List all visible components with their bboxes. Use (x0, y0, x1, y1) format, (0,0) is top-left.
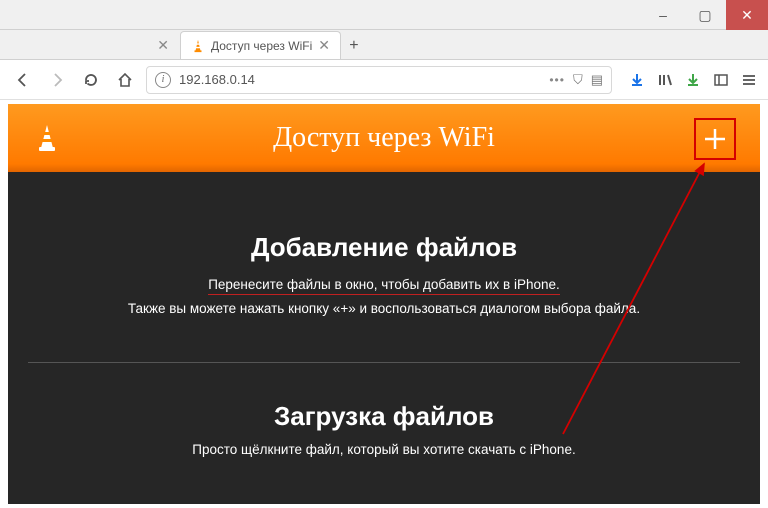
page-title: Доступ через WiFi (62, 122, 736, 154)
forward-button[interactable] (44, 67, 70, 93)
download-files-instruction: Просто щёлкните файл, который вы хотите … (8, 442, 760, 457)
page-header: Доступ через WiFi (8, 104, 760, 172)
section-divider (28, 362, 740, 363)
add-file-button[interactable] (694, 118, 736, 160)
add-files-heading: Добавление файлов (8, 232, 760, 263)
browser-toolbar: i 192.168.0.14 ••• ⛉ ▤ (0, 60, 768, 100)
window-maximize-button[interactable]: ▢ (684, 0, 726, 30)
window-close-button[interactable]: ✕ (726, 0, 768, 30)
url-bar[interactable]: i 192.168.0.14 ••• ⛉ ▤ (146, 66, 612, 94)
add-files-instruction-2: Также вы можете нажать кнопку «+» и восп… (8, 301, 760, 316)
window-minimize-button[interactable]: – (642, 0, 684, 30)
page-actions-icon[interactable]: ••• (549, 73, 565, 87)
add-files-instruction-1: Перенесите файлы в окно, чтобы добавить … (208, 277, 560, 295)
browser-tab-blank[interactable]: ✕ (40, 31, 180, 59)
extension-icon[interactable] (684, 71, 702, 89)
tab-close-icon[interactable]: ✕ (157, 37, 169, 54)
menu-icon[interactable] (740, 71, 758, 89)
vlc-favicon-icon (191, 39, 205, 53)
tab-close-icon[interactable]: ✕ (318, 37, 330, 54)
downloads-icon[interactable] (628, 71, 646, 89)
tab-favicon-blank (51, 39, 65, 53)
page-viewport: Доступ через WiFi Добавление файлов Пере… (8, 104, 760, 504)
content-panel: Добавление файлов Перенесите файлы в окн… (8, 232, 760, 457)
url-text: 192.168.0.14 (179, 72, 255, 87)
site-info-icon[interactable]: i (155, 72, 171, 88)
reader-view-icon[interactable]: ▤ (591, 72, 603, 88)
browser-tab-active[interactable]: Доступ через WiFi ✕ (180, 31, 341, 59)
reload-button[interactable] (78, 67, 104, 93)
back-button[interactable] (10, 67, 36, 93)
library-icon[interactable] (656, 71, 674, 89)
tab-strip: ✕ Доступ через WiFi ✕ + (0, 30, 768, 60)
toolbar-right (620, 71, 758, 89)
tab-title: Доступ через WiFi (211, 39, 312, 53)
home-button[interactable] (112, 67, 138, 93)
vlc-cone-icon (32, 123, 62, 153)
window-titlebar: – ▢ ✕ (0, 0, 768, 30)
new-tab-button[interactable]: + (341, 33, 367, 59)
sidebar-icon[interactable] (712, 71, 730, 89)
download-files-heading: Загрузка файлов (8, 401, 760, 432)
tracking-shield-icon[interactable]: ⛉ (573, 72, 583, 88)
